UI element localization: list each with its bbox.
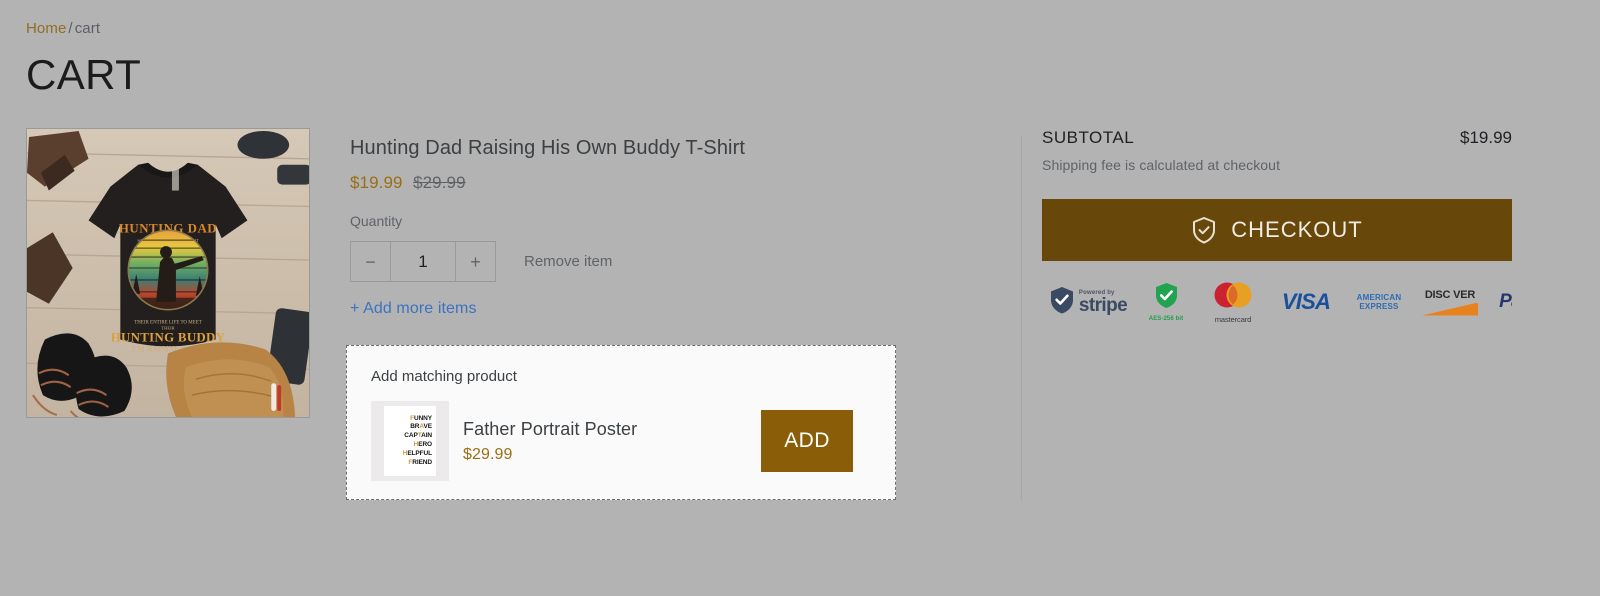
breadcrumb-current: cart (74, 20, 101, 37)
checkout-button[interactable]: CHECKOUT (1042, 199, 1512, 261)
stripe-wordmark: stripe (1078, 294, 1128, 316)
quantity-value[interactable]: 1 (390, 242, 456, 281)
poster-line-1: FUNNY (410, 414, 432, 422)
quantity-decrement-button[interactable]: − (351, 242, 390, 281)
shield-check-icon (1191, 216, 1217, 244)
amex-badge: AMERICAN EXPRESS (1344, 293, 1414, 311)
poster-line-3: CAPTAIN (404, 432, 432, 440)
matching-product-name: Father Portrait Poster (463, 418, 638, 439)
price-original: $29.99 (413, 173, 466, 192)
matching-product-card: Add matching product FUNNY BRAVE CAPTAIN… (346, 345, 896, 500)
shipping-note: Shipping fee is calculated at checkout (1042, 157, 1281, 173)
remove-item-button[interactable]: Remove item (524, 253, 612, 270)
stripe-shield-icon (1049, 286, 1075, 319)
matching-product-price: $29.99 (463, 445, 513, 463)
green-shield-icon (1154, 282, 1179, 314)
visa-wordmark: VISA (1281, 289, 1331, 314)
price-line: $19.99 $29.99 (350, 173, 980, 193)
mastercard-label: mastercard (1214, 314, 1252, 324)
subtotal-row: SUBTOTAL $19.99 (1042, 128, 1512, 148)
breadcrumb: Home / cart (26, 20, 100, 37)
visa-badge: VISA (1268, 289, 1344, 315)
matching-product-heading: Add matching product (371, 368, 517, 385)
matching-product-row: FUNNY BRAVE CAPTAIN HERO HELPFUL FRIEND … (371, 401, 871, 481)
mastercard-badge: mastercard (1198, 281, 1268, 323)
product-image-illustration: HUNTING DAD SOME HUNTERS HAVE TO WAIT (27, 129, 309, 417)
mastercard-icon (1210, 281, 1256, 314)
paypal-wordmark-first: Pay (1499, 291, 1512, 312)
amex-line1: AMERICAN (1356, 293, 1402, 302)
payment-badges: Powered by stripe AES-256 bit mastercard… (1042, 281, 1512, 323)
aes-encryption-badge: AES-256 bit (1134, 282, 1198, 322)
breadcrumb-home-link[interactable]: Home (26, 20, 66, 37)
poster-line-5: HELPFUL (402, 449, 432, 457)
subtotal-label: SUBTOTAL (1042, 128, 1135, 147)
amex-line2: EXPRESS (1359, 302, 1399, 311)
checkout-button-label: CHECKOUT (1231, 217, 1363, 242)
subtotal-value: $19.99 (1460, 128, 1512, 147)
discover-badge: DISC VER (1414, 289, 1486, 316)
matching-product-image[interactable]: FUNNY BRAVE CAPTAIN HERO HELPFUL FRIEND (371, 401, 449, 481)
poster-line-6: FRIEND (408, 458, 432, 466)
quantity-increment-button[interactable]: + (456, 242, 495, 281)
discover-wordmark: DISC VER (1424, 288, 1476, 301)
paypal-badge: PayP (1486, 291, 1512, 313)
stripe-badge: Powered by stripe (1042, 286, 1134, 319)
quantity-label: Quantity (350, 213, 403, 229)
aes-label: AES-256 bit (1148, 316, 1184, 322)
page-title: CART (26, 51, 142, 98)
quantity-stepper[interactable]: − 1 + (350, 241, 496, 282)
cart-item-details: Hunting Dad Raising His Own Buddy T-Shir… (350, 136, 980, 318)
poster-artwork: FUNNY BRAVE CAPTAIN HERO HELPFUL FRIEND (384, 406, 436, 476)
column-divider (1021, 135, 1022, 501)
cart-page: Home / cart CART HUNTING DAD THEIR ENTIR… (0, 0, 1600, 596)
discover-swoosh-icon (1422, 302, 1478, 316)
order-summary-column: SUBTOTAL $19.99 Shipping fee is calculat… (1042, 128, 1512, 323)
breadcrumb-separator: / (68, 20, 73, 37)
product-title: Hunting Dad Raising His Own Buddy T-Shir… (350, 137, 746, 159)
poster-line-4: HERO (413, 441, 433, 448)
svg-text:HUNTING BUDDY: HUNTING BUDDY (111, 330, 226, 344)
quantity-row: − 1 + Remove item (350, 241, 980, 282)
add-matching-product-button[interactable]: ADD (761, 410, 853, 472)
add-more-items-link[interactable]: + Add more items (350, 300, 980, 318)
poster-line-2: BRAVE (410, 423, 432, 431)
product-image[interactable]: HUNTING DAD SOME HUNTERS HAVE TO WAIT (26, 128, 310, 418)
matching-product-info: Father Portrait Poster $29.99 (463, 419, 761, 464)
price-current: $19.99 (350, 173, 403, 192)
